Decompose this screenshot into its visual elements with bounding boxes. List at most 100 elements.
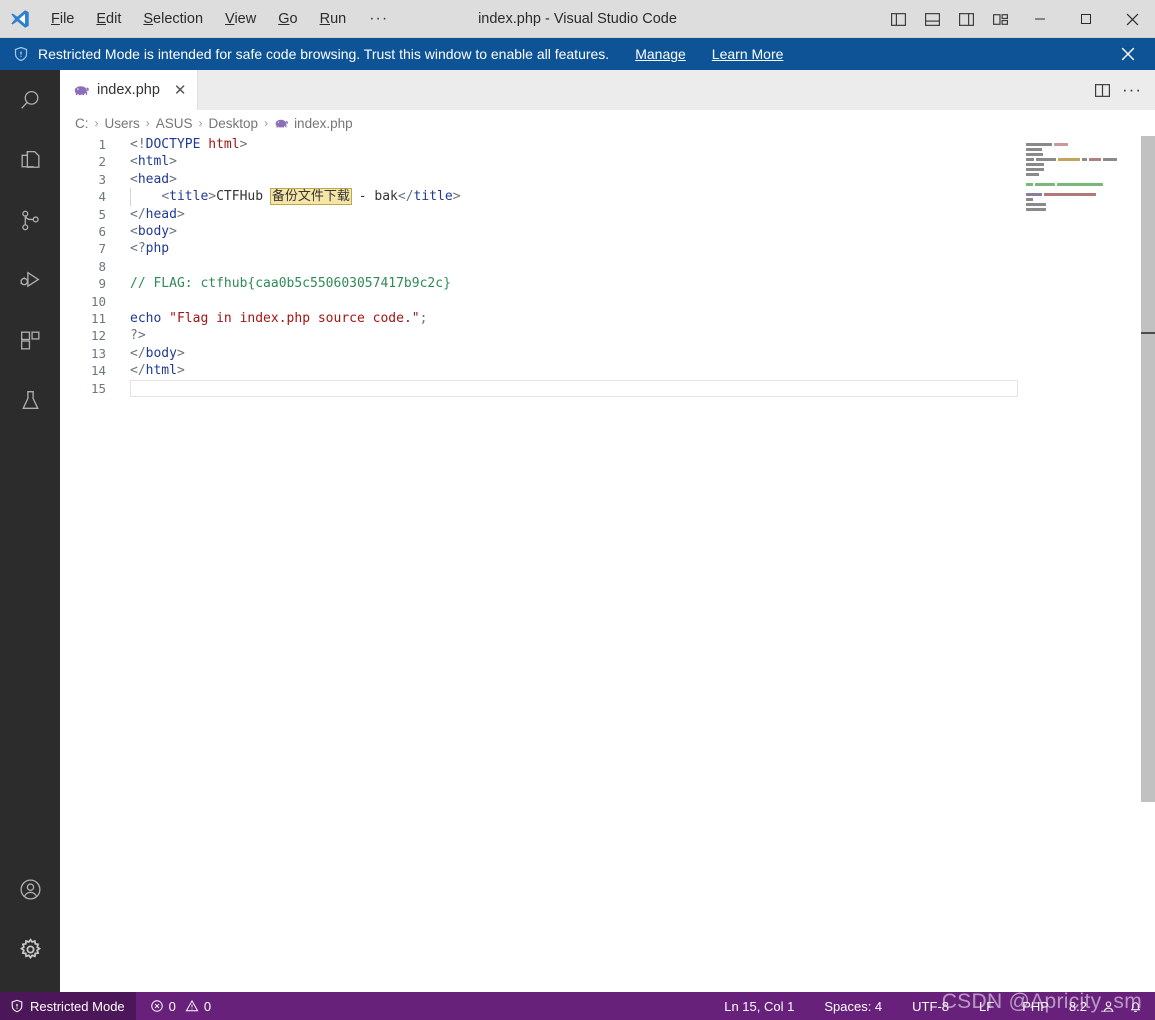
window-minimize-button[interactable] xyxy=(1017,0,1063,38)
toggle-panel-icon[interactable] xyxy=(915,0,949,38)
code-line[interactable]: 7 <?php xyxy=(60,240,1155,257)
status-language-mode[interactable]: PHP xyxy=(1014,992,1057,1020)
activity-bar xyxy=(0,70,60,992)
minimap-segment xyxy=(1054,143,1068,146)
code-token: ?> xyxy=(130,328,146,344)
code-line-text: </html> xyxy=(130,362,185,379)
minimap[interactable] xyxy=(1020,136,1138,992)
status-restricted-mode[interactable]: Restricted Mode xyxy=(0,992,136,1020)
banner-close-icon[interactable] xyxy=(1115,38,1141,70)
code-line[interactable]: 14 </html> xyxy=(60,362,1155,379)
extensions-icon[interactable] xyxy=(0,310,60,370)
code-line[interactable]: 12 ?> xyxy=(60,327,1155,344)
menu-go[interactable]: Go xyxy=(267,0,308,38)
customize-layout-icon[interactable] xyxy=(983,0,1017,38)
search-icon[interactable] xyxy=(0,70,60,130)
code-token: < xyxy=(130,154,138,170)
settings-gear-icon[interactable] xyxy=(0,919,60,979)
status-php-version[interactable]: 8.2 xyxy=(1061,992,1095,1020)
code-line-text: </head> xyxy=(130,206,185,223)
breadcrumb-item-desktop[interactable]: Desktop xyxy=(209,116,259,131)
banner-message: Restricted Mode is intended for safe cod… xyxy=(38,46,610,62)
toggle-secondary-sidebar-icon[interactable] xyxy=(949,0,983,38)
tab-close-icon[interactable]: ✕ xyxy=(174,83,187,98)
source-control-icon[interactable] xyxy=(0,190,60,250)
menu-file[interactable]: FFile xyxy=(40,0,85,38)
code-line-text: <!DOCTYPE html> xyxy=(130,136,247,153)
minimap-line xyxy=(1026,207,1138,212)
window-maximize-button[interactable] xyxy=(1063,0,1109,38)
breadcrumb-item-users[interactable]: Users xyxy=(105,116,140,131)
run-and-debug-icon[interactable] xyxy=(0,250,60,310)
code-token: CTFHub xyxy=(216,189,271,205)
code-token: head xyxy=(145,206,177,222)
menu-edit[interactable]: Edit xyxy=(85,0,132,38)
menu-view[interactable]: View xyxy=(214,0,267,38)
breadcrumb-item-drive[interactable]: C: xyxy=(75,116,89,131)
toggle-primary-sidebar-icon[interactable] xyxy=(881,0,915,38)
explorer-icon[interactable] xyxy=(0,130,60,190)
tab-index-php[interactable]: index.php ✕ xyxy=(60,70,199,110)
menu-selection[interactable]: Selection xyxy=(132,0,214,38)
code-token: > xyxy=(169,154,177,170)
code-token: title xyxy=(413,189,453,205)
status-account-icon[interactable] xyxy=(1095,992,1122,1020)
code-line-text: // FLAG: ctfhub{caa0b5c550603057417b9c2c… xyxy=(130,275,451,292)
split-editor-right-icon[interactable] xyxy=(1087,75,1117,105)
line-number: 11 xyxy=(90,311,106,326)
breadcrumb-item-asus[interactable]: ASUS xyxy=(156,116,193,131)
code-line[interactable]: 6 <body> xyxy=(60,223,1155,240)
minimap-segment xyxy=(1026,163,1044,166)
code-line[interactable]: 3 <head> xyxy=(60,171,1155,188)
code-editor[interactable]: 1 <!DOCTYPE html> 2 <html> 3 <head> 4 <title>C… xyxy=(60,136,1155,992)
status-encoding[interactable]: UTF-8 xyxy=(904,992,957,1020)
scrollbar-thumb[interactable] xyxy=(1141,136,1155,802)
code-token: > xyxy=(452,189,461,205)
current-line-highlight xyxy=(130,379,1018,397)
editor-actions: ··· xyxy=(1087,70,1155,110)
code-line[interactable]: 11 echo "Flag in index.php source code."; xyxy=(60,310,1155,327)
code-line-text: ?> xyxy=(130,327,146,344)
minimap-segment xyxy=(1044,193,1096,196)
minimap-segment xyxy=(1035,183,1055,186)
line-number: 3 xyxy=(98,171,106,187)
minimap-segment xyxy=(1026,183,1033,186)
code-line[interactable]: 9 // FLAG: ctfhub{caa0b5c550603057417b9c2… xyxy=(60,275,1155,292)
code-line[interactable]: 10 xyxy=(60,293,1155,310)
line-number: 2 xyxy=(98,154,106,170)
code-line[interactable]: 2 <html> xyxy=(60,153,1155,170)
status-eol[interactable]: LF xyxy=(971,992,1002,1020)
banner-manage-link[interactable]: Manage xyxy=(635,46,686,62)
window-close-button[interactable] xyxy=(1109,0,1155,38)
status-problems[interactable]: 0 0 xyxy=(136,992,219,1020)
account-icon[interactable] xyxy=(0,859,60,919)
more-actions-icon[interactable]: ··· xyxy=(1117,75,1147,105)
code-line[interactable]: 15 xyxy=(60,379,1155,397)
editor-scrollbar[interactable] xyxy=(1141,136,1155,992)
menu-run[interactable]: Run xyxy=(309,0,358,38)
banner-learn-more-link[interactable]: Learn More xyxy=(712,46,784,62)
code-line[interactable]: 5 </head> xyxy=(60,206,1155,223)
code-line[interactable]: 8 xyxy=(60,258,1155,275)
vscode-window: FFile Edit Selection View Go Run ··· ind… xyxy=(0,0,1155,1020)
menu-more-button[interactable]: ··· xyxy=(357,0,400,38)
minimap-segment xyxy=(1036,158,1056,161)
line-number: 13 xyxy=(90,345,106,361)
code-token: > xyxy=(176,206,185,222)
testing-icon[interactable] xyxy=(0,370,60,430)
scrollbar-marker xyxy=(1141,332,1155,334)
code-line-text: <html> xyxy=(130,153,177,170)
code-line[interactable]: 4 <title>CTFHub 备份文件下载 - bak</title> xyxy=(60,188,1155,206)
code-token: DOCTYPE xyxy=(145,137,201,152)
minimap-segment xyxy=(1026,173,1039,176)
status-editor-position[interactable]: Ln 15, Col 1 xyxy=(716,992,802,1020)
status-bell-icon[interactable] xyxy=(1122,992,1149,1020)
status-indentation[interactable]: Spaces: 4 xyxy=(816,992,890,1020)
minimap-segment xyxy=(1026,193,1042,196)
breadcrumb-item-file[interactable]: index.php xyxy=(294,116,353,131)
code-line[interactable]: 1 <!DOCTYPE html> xyxy=(60,136,1155,153)
code-token: "Flag in index.php source code." xyxy=(169,311,420,326)
code-token: </ xyxy=(130,363,146,379)
code-line[interactable]: 13 </body> xyxy=(60,345,1155,362)
minimap-segment xyxy=(1026,143,1052,146)
